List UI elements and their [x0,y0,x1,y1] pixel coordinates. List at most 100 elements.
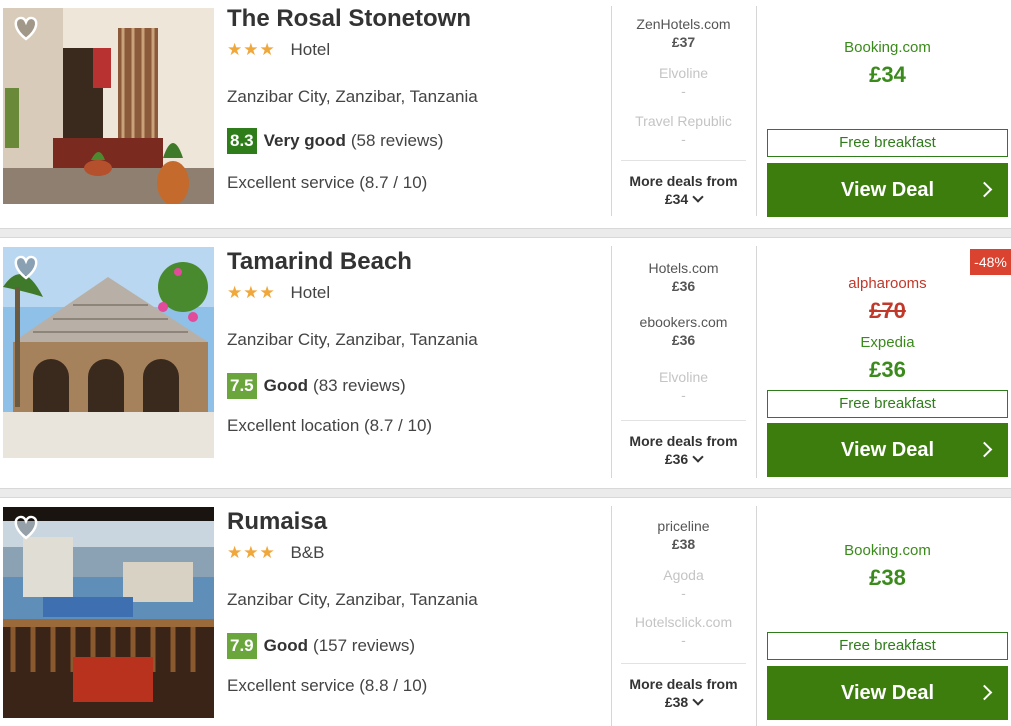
best-deal-price[interactable]: £38 [767,565,1008,591]
deal-price: - [681,585,686,601]
divider [756,6,757,216]
chevron-down-icon [692,191,704,203]
free-breakfast-badge: Free breakfast [767,129,1008,157]
review-highlight: Excellent service (8.7 / 10) [227,173,428,192]
view-deal-label: View Deal [840,439,935,461]
review-count: (58 reviews) [350,131,444,150]
deal-provider: Agoda [663,567,704,583]
hotel-category: ★★★ Hotel [227,40,330,60]
score-badge: 7.9 [227,633,257,659]
more-deals-button[interactable]: More deals from £36 [621,432,746,468]
deal-provider: ZenHotels.com [636,16,731,32]
free-breakfast-badge: Free breakfast [767,390,1008,418]
deal-item[interactable]: priceline £38 [621,518,746,552]
chevron-down-icon [692,451,704,463]
deal-provider: ebookers.com [639,314,728,330]
original-price: £70 [869,298,906,323]
chevron-right-icon [976,181,993,198]
score-badge: 8.3 [227,128,257,154]
deal-price: - [681,632,686,648]
chevron-right-icon [976,441,993,458]
deal-item[interactable]: Elvoline - [621,65,746,99]
hotel-category: ★★★ Hotel [227,283,330,303]
review-count: (157 reviews) [313,636,416,655]
chevron-right-icon [976,684,993,701]
deal-provider: Elvoline [658,65,709,81]
divider [756,506,757,726]
rating[interactable]: 8.3 Very good (58 reviews) [227,128,443,154]
hotel-photo[interactable] [3,247,214,458]
deal-provider: priceline [657,518,710,534]
favorite-heart-icon[interactable] [11,14,41,42]
hotel-name[interactable]: The Rosal Stonetown [227,5,471,33]
hotel-location: Zanzibar City, Zanzibar, Tanzania [227,87,478,106]
favorite-heart-icon[interactable] [11,253,41,281]
more-deals-label: More deals from [629,173,738,189]
more-deals-price: £38 [664,694,689,710]
review-count: (83 reviews) [313,376,406,395]
rating-label: Good [263,376,309,395]
free-breakfast-badge: Free breakfast [767,632,1008,660]
deal-item[interactable]: Travel Republic - [621,113,746,147]
rating[interactable]: 7.5 Good (83 reviews) [227,373,406,399]
hotel-location: Zanzibar City, Zanzibar, Tanzania [227,330,478,349]
more-deals-label: More deals from [629,433,738,449]
star-rating-icon: ★★★ [227,40,276,59]
review-highlight: Excellent location (8.7 / 10) [227,416,433,435]
score-badge: 7.5 [227,373,257,399]
best-deal-provider[interactable]: Booking.com [767,542,1008,559]
review-highlight: Excellent service (8.8 / 10) [227,676,428,695]
rating-label: Very good [263,131,346,150]
best-deal-provider[interactable]: Booking.com [767,39,1008,56]
more-deals-price: £34 [664,191,689,207]
hotel-photo[interactable] [3,8,214,204]
hotel-card[interactable]: Rumaisa ★★★ B&B Zanzibar City, Zanzibar,… [0,498,1011,726]
best-deal-price[interactable]: £34 [767,62,1008,88]
favorite-heart-icon[interactable] [11,513,41,541]
hotel-type: B&B [290,543,325,562]
divider [621,420,746,421]
hotel-name[interactable]: Rumaisa [227,508,327,536]
deal-provider: Travel Republic [635,113,732,129]
view-deal-button[interactable]: View Deal [767,163,1008,217]
more-deals-label: More deals from [629,676,738,692]
hotel-type: Hotel [290,283,331,302]
deal-item[interactable]: Hotelsclick.com - [621,614,746,648]
chevron-down-icon [692,694,704,706]
view-deal-button[interactable]: View Deal [767,666,1008,720]
divider [756,246,757,478]
rating[interactable]: 7.9 Good (157 reviews) [227,633,415,659]
more-deals-price: £36 [664,451,689,467]
rating-label: Good [263,636,309,655]
divider [611,6,612,216]
discount-badge: -48% [970,249,1011,275]
hotel-type: Hotel [290,40,331,59]
card-divider [0,228,1011,238]
hotel-location: Zanzibar City, Zanzibar, Tanzania [227,590,478,609]
hotel-name[interactable]: Tamarind Beach [227,248,412,276]
deal-item[interactable]: ebookers.com £36 [621,314,746,348]
deal-price: £38 [671,536,696,552]
deal-item[interactable]: Elvoline - [621,369,746,403]
deal-price: £36 [671,332,696,348]
deal-provider: Hotelsclick.com [634,614,733,630]
deal-price: - [681,83,686,99]
more-deals-button[interactable]: More deals from £38 [621,675,746,711]
divider [611,506,612,726]
hotel-card[interactable]: Tamarind Beach ★★★ Hotel Zanzibar City, … [0,238,1011,488]
divider [611,246,612,478]
view-deal-button[interactable]: View Deal [767,423,1008,477]
more-deals-button[interactable]: More deals from £34 [621,172,746,208]
divider [621,663,746,664]
original-deal-provider[interactable]: alpharooms [767,275,1008,292]
hotel-photo[interactable] [3,507,214,718]
deal-provider: Elvoline [658,369,709,385]
deal-item[interactable]: Agoda - [621,567,746,601]
deal-price: £37 [671,34,696,50]
deal-item[interactable]: ZenHotels.com £37 [621,16,746,50]
deal-price: £36 [671,278,696,294]
hotel-card[interactable]: The Rosal Stonetown ★★★ Hotel Zanzibar C… [0,0,1011,228]
best-deal-price[interactable]: £36 [767,357,1008,383]
deal-item[interactable]: Hotels.com £36 [621,260,746,294]
best-deal-provider[interactable]: Expedia [767,334,1008,351]
